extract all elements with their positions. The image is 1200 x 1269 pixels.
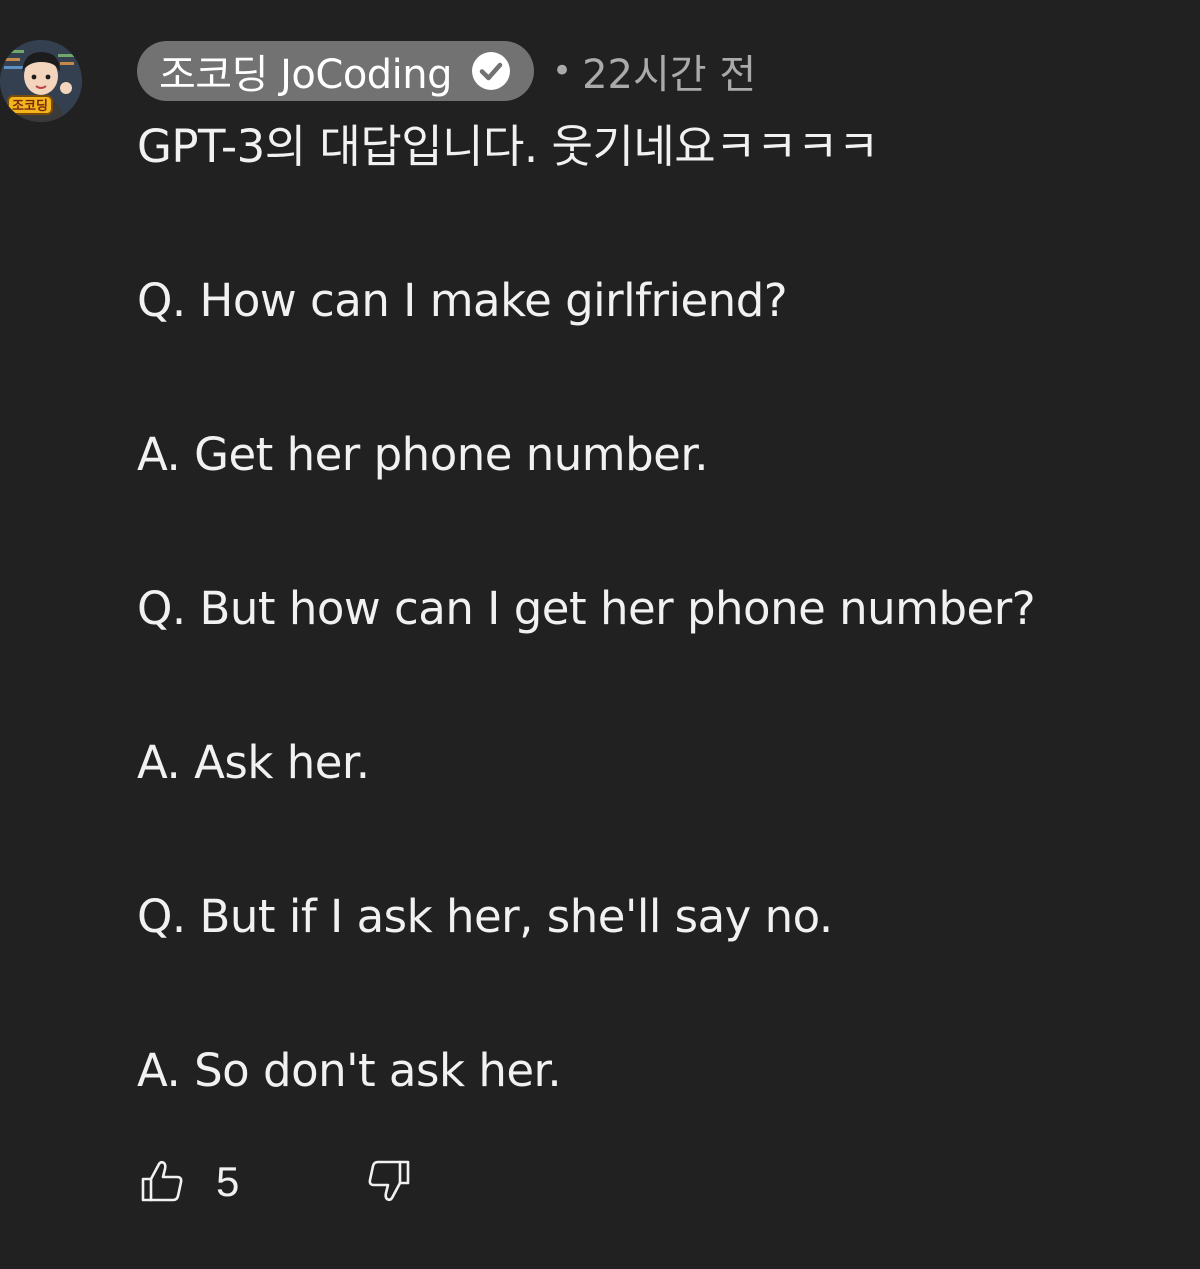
meta-separator: • bbox=[552, 51, 573, 91]
thumbs-up-icon bbox=[138, 1157, 186, 1208]
avatar-logo-text: 조코딩 bbox=[12, 98, 48, 114]
comment-question-line: Q. How can I make girlfriend? bbox=[137, 274, 788, 327]
comment-intro-line: GPT-3의 대답입니다. 웃기네요ㅋㅋㅋㅋ bbox=[137, 120, 879, 173]
author-name[interactable]: 조코딩 JoCoding bbox=[159, 42, 453, 100]
avatar-image: 조코딩 bbox=[0, 40, 82, 122]
comment-answer-line: A. So don't ask her. bbox=[137, 1044, 562, 1097]
comment-body: GPT-3의 대답입니다. 웃기네요ㅋㅋㅋㅋ Q. How can I make… bbox=[137, 112, 1177, 1106]
comment-timestamp[interactable]: 22시간 전 bbox=[582, 42, 756, 100]
dislike-button[interactable] bbox=[365, 1157, 413, 1208]
comment-question-line: Q. But how can I get her phone number? bbox=[137, 582, 1036, 635]
verified-check-icon bbox=[470, 50, 512, 92]
like-count: 5 bbox=[216, 1158, 240, 1205]
comment-header: 조코딩 JoCoding • 22시간 전 bbox=[137, 41, 756, 101]
like-button[interactable]: 5 bbox=[138, 1157, 239, 1208]
thumbs-down-icon bbox=[365, 1157, 413, 1208]
author-avatar[interactable]: 조코딩 bbox=[0, 40, 82, 122]
comment-answer-line: A. Get her phone number. bbox=[137, 428, 709, 481]
author-chip[interactable]: 조코딩 JoCoding bbox=[137, 41, 535, 101]
comment-question-line: Q. But if I ask her, she'll say no. bbox=[137, 890, 833, 943]
comment-answer-line: A. Ask her. bbox=[137, 736, 370, 789]
comment-actions: 5 bbox=[138, 1150, 413, 1214]
